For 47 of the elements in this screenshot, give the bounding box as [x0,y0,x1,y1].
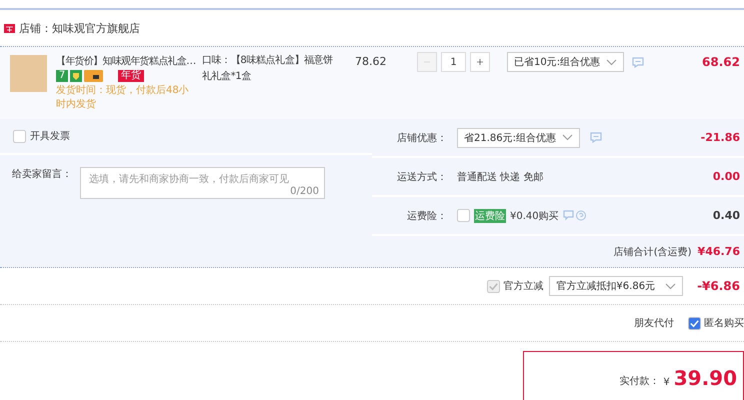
quantity-field[interactable]: 1 [441,52,466,72]
payment-amount: 39.90 [674,368,737,388]
product-title[interactable]: 【年货价】知味观年货糕点礼盒… [56,55,196,68]
discount-select[interactable]: 省21.86元:组合优惠 [457,128,580,148]
currency-symbol: ¥ [663,377,670,388]
insurance-tag: 运费险 [474,208,506,222]
fee-label: 运费险： [406,210,447,222]
chevron-down-icon [562,134,573,141]
chat-icon[interactable] [632,56,644,68]
fee-amount: 0.40 [712,209,740,222]
product-photo-placeholder[interactable] [10,55,47,92]
payment-label: 实付款： [619,374,660,388]
card-icon [84,70,103,82]
official-discount-amount: -¥6.86 [697,279,740,293]
shop-name[interactable]: 店铺：知味观官方旗舰店 [19,20,140,36]
fee-amount: 0.00 [712,170,740,183]
chevron-down-icon [665,282,676,290]
chat-icon[interactable] [590,132,602,143]
message-label: 给卖家留言： [12,168,72,182]
char-counter: 0/200 [290,186,319,197]
fee-label: 店铺优惠： [396,132,447,144]
insurance-price: ¥0.40购买 [510,210,559,222]
invoice-label: 开具发票 [30,130,70,143]
fee-amount: -21.86 [700,131,740,144]
shop-total-label: 店铺合计(含运费) [614,246,692,258]
fee-label: 运送方式： [396,170,447,184]
checkbox[interactable] [688,316,701,330]
service-tag: 7 [56,70,68,82]
shop-total-amount: ¥46.76 [698,245,740,258]
item-subtotal: 68.62 [702,55,740,69]
checkbox[interactable] [457,209,470,222]
chat-help-icon[interactable] [562,210,587,221]
shipping-time: 发货时间：现货，付款后48小时内发货 [56,84,190,112]
shipping-method: 普通配送 快递 免邮 [457,170,544,184]
discount-select[interactable]: 已省10元:组合优惠 [507,52,624,72]
option-label: 匿名购买 [704,317,744,330]
unit-price: 78.62 [355,55,388,68]
shield-icon [70,70,82,82]
tmall-logo-icon [4,24,15,32]
product-attribute: 口味：【8味糕点礼盒】福意饼礼礼盒*1盒 [202,54,334,84]
new-year-badge: 年货 [118,70,144,82]
increase-button[interactable] [470,52,490,72]
friend-pay-link[interactable]: 朋友代付 [634,316,674,330]
chevron-down-icon [606,58,618,66]
official-discount-label: 官方立减 [503,280,544,293]
checkbox[interactable] [13,130,26,142]
plus-icon [477,57,483,67]
